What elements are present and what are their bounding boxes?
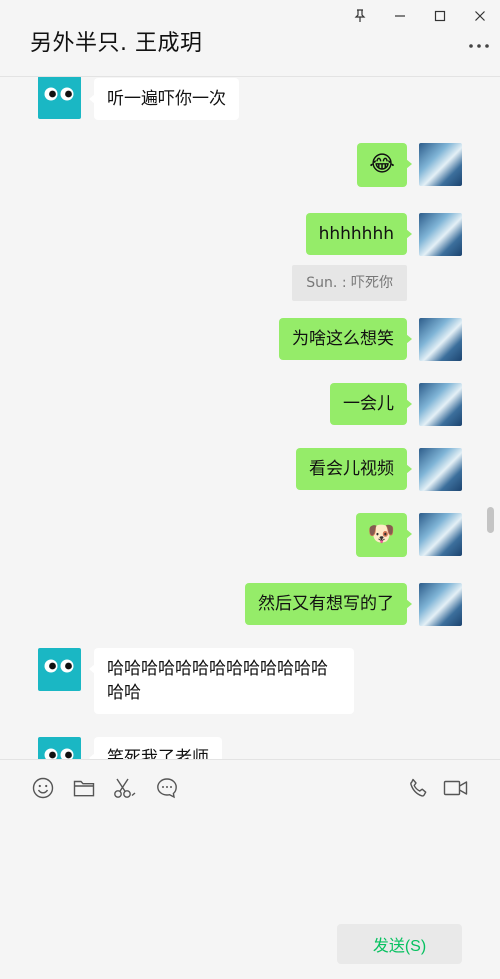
close-button[interactable] xyxy=(460,0,500,32)
video-icon xyxy=(443,780,468,796)
maximize-icon xyxy=(434,10,446,22)
minimize-icon xyxy=(395,15,405,17)
emoji-button[interactable] xyxy=(31,776,55,800)
chat-history-button[interactable] xyxy=(155,776,179,800)
message-bubble[interactable]: 听一遍吓你一次 xyxy=(89,78,239,120)
contact-avatar[interactable] xyxy=(38,77,81,119)
file-button[interactable] xyxy=(72,776,96,800)
scrollbar-thumb[interactable] xyxy=(487,507,494,533)
window-controls xyxy=(340,0,500,32)
eyes-avatar-icon xyxy=(44,659,74,673)
chat-header: 另外半只. 王成玥 xyxy=(0,0,500,77)
folder-icon xyxy=(73,780,95,797)
chat-bubble-icon xyxy=(157,778,177,799)
emoji-icon xyxy=(32,777,54,799)
message-bubble[interactable]: hhhhhhh xyxy=(305,213,413,255)
message-bubble[interactable]: 为啥这么想笑 xyxy=(279,318,412,360)
message-bubble[interactable]: 🐶 xyxy=(355,513,413,557)
message-bubble[interactable]: 看会儿视频 xyxy=(296,448,412,490)
message-bubble[interactable]: 哈哈哈哈哈哈哈哈哈哈哈哈哈哈哈 xyxy=(89,648,354,714)
pin-button[interactable] xyxy=(340,0,380,32)
self-avatar[interactable] xyxy=(419,318,462,361)
screenshot-button[interactable] xyxy=(113,776,137,800)
contact-avatar[interactable] xyxy=(38,648,81,691)
more-options-button[interactable] xyxy=(468,38,490,54)
self-avatar[interactable] xyxy=(419,143,462,186)
scissors-icon xyxy=(114,778,136,798)
message-bubble[interactable]: 笑死我了老师 xyxy=(89,737,222,759)
self-avatar[interactable] xyxy=(419,448,462,491)
self-avatar[interactable] xyxy=(419,213,462,256)
phone-icon xyxy=(410,778,427,797)
pin-icon xyxy=(354,9,366,22)
message-bubble[interactable]: 😂 xyxy=(357,143,412,187)
minimize-button[interactable] xyxy=(380,0,420,32)
eyes-avatar-icon xyxy=(44,87,74,101)
self-avatar[interactable] xyxy=(419,583,462,626)
video-call-button[interactable] xyxy=(443,776,469,800)
chat-title: 另外半只. 王成玥 xyxy=(30,31,203,56)
message-bubble[interactable]: 一会儿 xyxy=(330,383,412,425)
close-icon xyxy=(475,11,485,21)
quoted-message[interactable]: Sun. : 吓死你 xyxy=(292,265,407,301)
message-bubble[interactable]: 然后又有想写的了 xyxy=(245,583,412,625)
contact-avatar[interactable] xyxy=(38,737,81,759)
message-input[interactable] xyxy=(0,816,500,916)
send-button[interactable]: 发送(S) xyxy=(337,924,462,964)
eyes-avatar-icon xyxy=(44,748,74,759)
maximize-button[interactable] xyxy=(420,0,460,32)
composer-toolbar xyxy=(0,760,500,816)
more-icon xyxy=(469,44,489,48)
self-avatar[interactable] xyxy=(419,513,462,556)
voice-call-button[interactable] xyxy=(407,776,431,800)
message-list[interactable]: 听一遍吓你一次 😂 hhhhhhh Sun. : 吓死你 为啥这么想笑 一会儿 … xyxy=(0,77,500,759)
self-avatar[interactable] xyxy=(419,383,462,426)
